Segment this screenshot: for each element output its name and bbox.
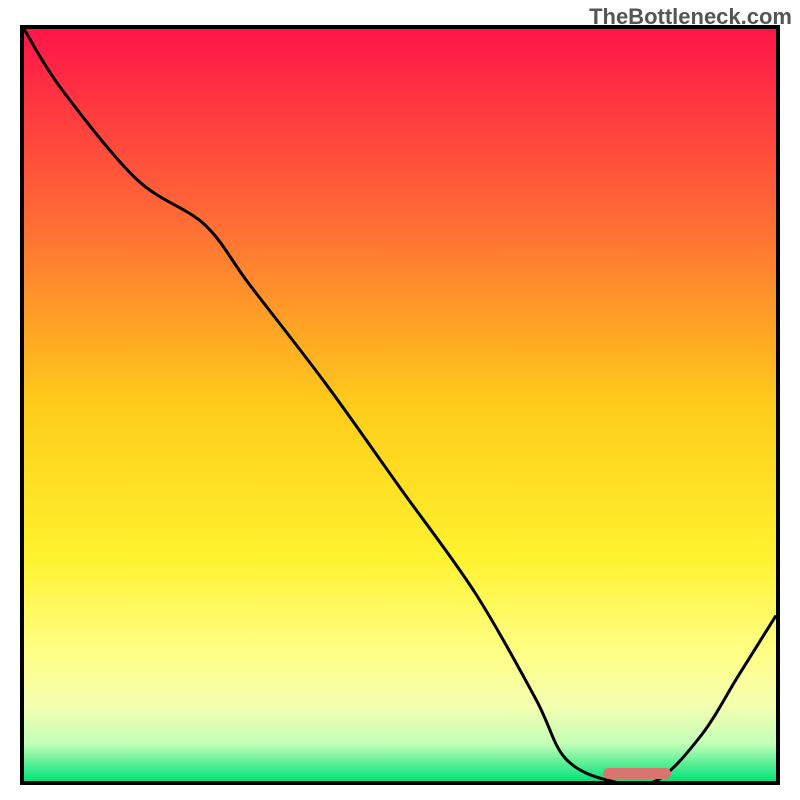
bottleneck-curve bbox=[24, 29, 776, 781]
chart-container: TheBottleneck.com bbox=[0, 0, 800, 800]
plot-area bbox=[20, 25, 780, 785]
curve-layer bbox=[24, 29, 776, 781]
watermark-text: TheBottleneck.com bbox=[589, 4, 792, 30]
optimal-range-marker bbox=[603, 768, 671, 779]
